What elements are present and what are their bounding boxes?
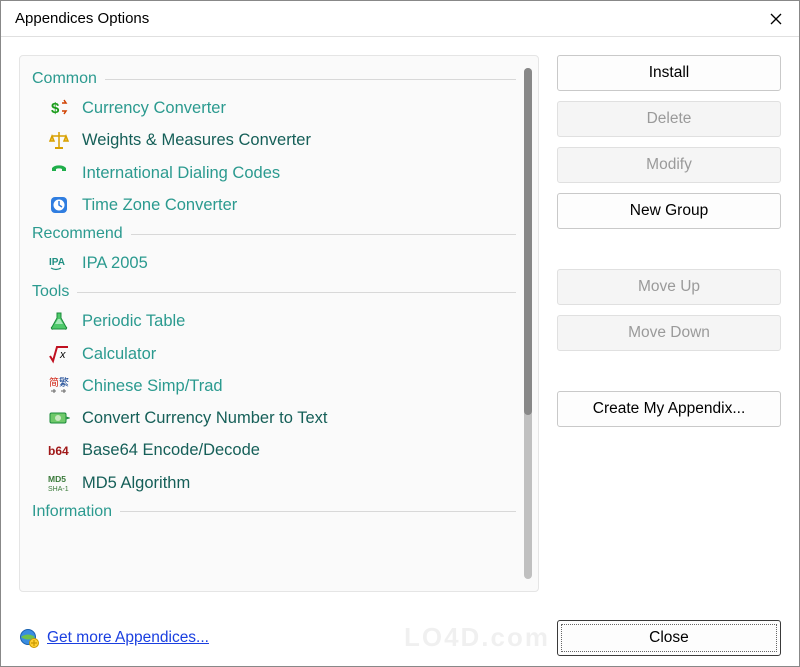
new-group-button[interactable]: New Group [557, 193, 781, 229]
item-label: International Dialing Codes [82, 162, 280, 184]
get-more-link-text: Get more Appendices... [47, 629, 209, 647]
rule [105, 79, 516, 80]
group-label: Tools [32, 283, 69, 301]
item-label: Time Zone Converter [82, 194, 237, 216]
list-item[interactable]: b64 Base64 Encode/Decode [30, 434, 516, 466]
scales-icon [48, 129, 70, 151]
window-title: Appendices Options [15, 10, 149, 27]
svg-text:b64: b64 [48, 444, 69, 458]
ipa-icon: IPA [48, 252, 70, 274]
group-label: Information [32, 503, 112, 521]
close-button[interactable]: Close [557, 620, 781, 656]
titlebar: Appendices Options [1, 1, 799, 37]
list-item[interactable]: Time Zone Converter [30, 189, 516, 221]
item-label: Calculator [82, 343, 156, 365]
rule [131, 234, 516, 235]
install-button[interactable]: Install [557, 55, 781, 91]
svg-text:简: 简 [49, 376, 59, 389]
rule [120, 511, 516, 512]
group-header: Tools [30, 279, 516, 305]
globe-icon [19, 628, 39, 648]
item-label: Weights & Measures Converter [82, 129, 311, 151]
footer: Get more Appendices... Close [1, 610, 799, 666]
item-label: MD5 Algorithm [82, 472, 190, 494]
spacer [557, 361, 781, 381]
scroll-thumb[interactable] [524, 68, 532, 415]
close-icon[interactable] [753, 1, 799, 37]
group-header: Common [30, 66, 516, 92]
item-label: Chinese Simp/Trad [82, 375, 223, 397]
list-item[interactable]: Convert Currency Number to Text [30, 402, 516, 434]
list-item[interactable]: $ Currency Converter [30, 92, 516, 124]
item-label: IPA 2005 [82, 252, 148, 274]
md5-icon: MD5 SHA-1 [48, 472, 70, 494]
svg-text:IPA: IPA [49, 257, 65, 268]
svg-text:繁: 繁 [59, 376, 69, 389]
group-label: Recommend [32, 225, 123, 243]
get-more-link[interactable]: Get more Appendices... [19, 628, 209, 648]
currency-icon: $ [48, 97, 70, 119]
svg-text:MD5: MD5 [48, 474, 66, 484]
create-appendix-button[interactable]: Create My Appendix... [557, 391, 781, 427]
phone-icon [48, 162, 70, 184]
list-item[interactable]: Weights & Measures Converter [30, 124, 516, 156]
money-icon [48, 407, 70, 429]
move-up-button: Move Up [557, 269, 781, 305]
sqrt-icon: x [48, 343, 70, 365]
appendices-panel: Common $ Currency Converter Weights & Measu… [19, 55, 539, 592]
move-down-button: Move Down [557, 315, 781, 351]
svg-text:x: x [59, 349, 66, 361]
list-item[interactable]: x Calculator [30, 338, 516, 370]
spacer [557, 239, 781, 259]
group-label: Common [32, 70, 97, 88]
svg-text:SHA-1: SHA-1 [48, 486, 69, 493]
item-label: Base64 Encode/Decode [82, 439, 260, 461]
modify-button: Modify [557, 147, 781, 183]
list-item[interactable]: International Dialing Codes [30, 157, 516, 189]
scrollbar[interactable] [524, 68, 532, 579]
item-label: Currency Converter [82, 97, 226, 119]
list-item[interactable]: 简繁 Chinese Simp/Trad [30, 370, 516, 402]
clock-icon [48, 194, 70, 216]
list-item[interactable]: MD5 SHA-1 MD5 Algorithm [30, 467, 516, 499]
content-area: Common $ Currency Converter Weights & Measu… [1, 37, 799, 610]
svg-text:$: $ [51, 100, 60, 117]
list-item[interactable]: IPA IPA 2005 [30, 247, 516, 279]
cjk-icon: 简繁 [48, 375, 70, 397]
action-buttons-panel: Install Delete Modify New Group Move Up … [557, 55, 781, 592]
b64-icon: b64 [48, 440, 70, 462]
item-label: Periodic Table [82, 310, 185, 332]
group-header: Recommend [30, 221, 516, 247]
list-item[interactable]: Periodic Table [30, 305, 516, 337]
delete-button: Delete [557, 101, 781, 137]
appendices-list: Common $ Currency Converter Weights & Measu… [30, 66, 524, 581]
flask-icon [48, 310, 70, 332]
group-header: Information [30, 499, 516, 525]
item-label: Convert Currency Number to Text [82, 407, 327, 429]
rule [77, 292, 516, 293]
